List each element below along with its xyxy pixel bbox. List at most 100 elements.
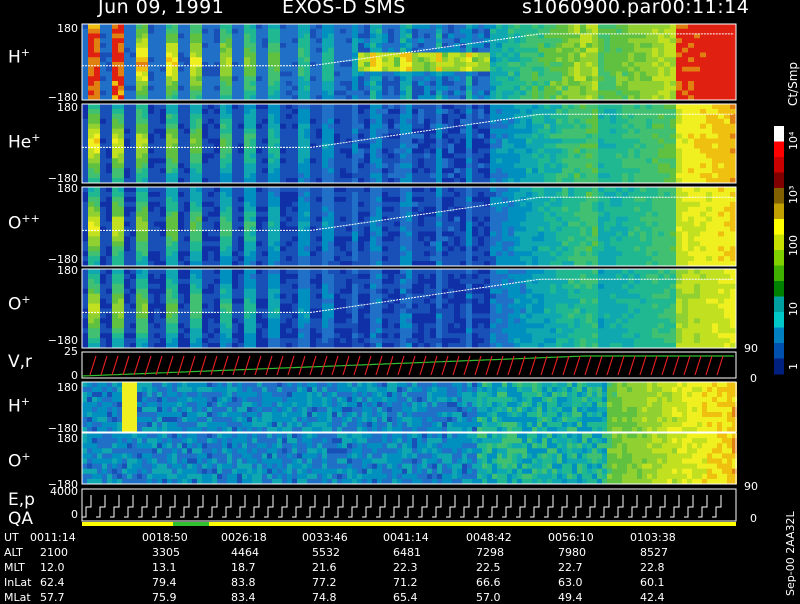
spectrogram-cell [550,221,556,227]
spectrogram-cell [106,47,112,53]
spectrogram-cell [616,123,622,130]
spectrogram-cell [346,118,352,125]
spectrogram-cell [310,231,316,237]
spectrogram-cell [676,123,682,130]
spectrogram-cell [262,108,268,115]
spectrogram-cell [508,206,514,213]
spectrogram-cell [580,148,586,154]
spectrogram-cell [706,52,712,58]
spectrogram-cell [172,246,178,252]
spectrogram-cell [550,104,556,110]
spectrogram-cell [520,173,526,179]
spectrogram-cell [94,196,100,203]
spectrogram-cell [616,24,622,30]
spectrogram-cell [106,138,112,144]
spectrogram-cell [640,163,646,169]
spectrogram-cell [382,76,388,82]
spectrogram-cell [376,90,382,96]
spectrogram-cell [334,76,340,82]
spectrogram-cell [616,28,622,34]
spectrogram-cell [718,57,724,63]
spectrogram-cell [364,246,370,252]
spectrogram-cell [706,104,712,110]
spectrogram-cell [202,57,208,63]
spectrogram-cell [556,246,562,252]
spectrogram-cell [502,173,508,179]
spectrogram-cell [94,24,100,30]
spectrogram-cell [232,38,238,44]
spectrogram-cell [724,118,730,125]
spectrogram-cell [346,187,352,193]
spectrogram-cell [136,47,142,53]
spectrogram-cell [718,153,724,159]
spectrogram-cell [208,158,214,164]
spectrogram-cell [532,206,538,213]
spectrogram-cell [418,256,424,262]
spectrogram-cell [292,57,298,63]
spectrogram-cell [364,38,370,44]
spectrogram-cell [502,251,508,257]
spectrogram-cell [118,206,124,213]
spectrogram-cell [118,241,124,247]
spectrogram-cell [118,43,124,49]
spectrogram-cell [514,251,520,257]
spectrogram-cell [340,38,346,44]
spectrogram-cell [238,128,244,135]
spectrogram-cell [370,211,376,218]
spectrogram-cell [304,191,310,198]
spectrogram-cell [208,33,214,39]
spectrogram-cell [622,226,628,232]
spectrogram-cell [586,168,592,174]
spectrogram-cell [598,85,604,91]
spectrogram-cell [280,191,286,198]
spectrogram-cell [490,173,496,179]
spectrogram-cell [544,236,550,242]
spectrogram-cell [202,201,208,208]
spectrogram-cell [154,143,160,149]
spectrogram-cell [442,57,448,63]
spectrogram-cell [268,231,274,237]
spectrogram-cell [436,158,442,164]
spectrogram-cell [364,71,370,77]
spectrogram-cell [328,221,334,227]
spectrogram-cell [538,191,544,198]
spectrogram-cell [520,138,526,144]
spectrogram-cell [592,85,598,91]
spectrogram-cell [172,163,178,169]
spectrogram-cell [592,206,598,213]
spectrogram-cell [220,221,226,227]
spectrogram-cell [208,201,214,208]
spectrogram-cell [472,216,478,223]
spectrogram-cell [298,138,304,144]
spectrogram-cell [160,128,166,135]
spectrogram-cell [532,128,538,135]
spectrogram-cell [82,118,88,125]
spectrogram-cell [220,43,226,49]
spectrogram-cell [394,108,400,115]
spectrogram-cell [328,52,334,58]
spectrogram-cell [184,43,190,49]
spectrogram-cell [418,66,424,72]
spectrogram-cell [688,52,694,58]
spectrogram-cell [328,38,334,44]
spectrogram-cell [598,163,604,169]
spectrogram-cell [556,143,562,149]
spectrogram-cell [388,38,394,44]
spectrogram-cell [466,24,472,30]
spectrogram-cell [256,62,262,68]
spectrogram-cell [538,211,544,218]
spectrogram-cell [418,216,424,223]
spectrogram-cell [370,148,376,154]
spectrogram-cell [508,158,514,164]
spectrogram-cell [280,241,286,247]
spectrogram-cell [628,191,634,198]
spectrogram-cell [394,231,400,237]
spectrogram-cell [136,52,142,58]
spectrogram-cell [466,173,472,179]
spectrogram-cell [136,226,142,232]
spectrogram-cell [106,57,112,63]
spectrogram-cell [280,81,286,87]
spectrogram-cell [640,38,646,44]
spectrogram-cell [226,226,232,232]
spectrogram-cell [640,133,646,140]
